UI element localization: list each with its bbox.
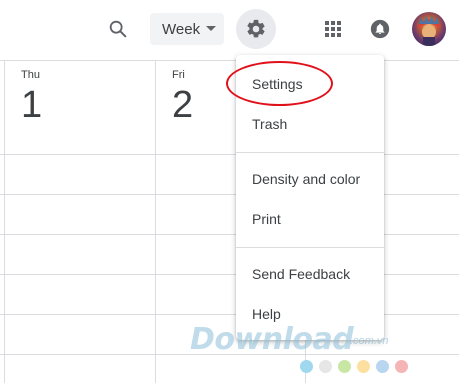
highlight-ellipse (226, 61, 333, 106)
hour-line (0, 234, 459, 235)
gear-icon (247, 19, 265, 38)
search-button[interactable] (98, 9, 138, 49)
day-name: Fri (172, 69, 185, 81)
menu-divider (236, 247, 384, 248)
watermark-dot (300, 360, 313, 373)
hour-line (0, 274, 459, 275)
day-name: Thu (21, 69, 40, 81)
grid-divider (155, 61, 156, 383)
view-switcher-dropdown[interactable]: Week (150, 13, 224, 45)
day-header-thu[interactable]: Thu 1 (21, 69, 42, 125)
notifications-button[interactable] (360, 9, 400, 49)
watermark: Download .com.vn (190, 322, 430, 382)
apps-grid-icon (325, 21, 341, 37)
watermark-domain: .com.vn (350, 335, 389, 347)
top-bar: Week (0, 0, 459, 61)
day-number[interactable]: 2 (172, 85, 193, 125)
watermark-dot (338, 360, 351, 373)
menu-item-send-feedback[interactable]: Send Feedback (236, 254, 384, 294)
watermark-brand: Download (190, 322, 354, 357)
search-icon (109, 20, 127, 38)
bell-icon (370, 19, 390, 39)
hour-line (0, 154, 459, 155)
watermark-dot (376, 360, 389, 373)
day-number[interactable]: 1 (21, 85, 42, 125)
google-apps-button[interactable] (313, 9, 353, 49)
watermark-dot (357, 360, 370, 373)
hour-line (0, 314, 459, 315)
grid-divider (4, 61, 5, 383)
menu-item-trash[interactable]: Trash (236, 104, 384, 144)
watermark-dot (319, 360, 332, 373)
hour-line (0, 194, 459, 195)
settings-menu-button[interactable] (236, 9, 276, 49)
account-avatar[interactable] (412, 12, 446, 46)
menu-divider (236, 152, 384, 153)
watermark-dots (300, 360, 408, 373)
view-switcher-label: Week (162, 20, 201, 38)
avatar-image (417, 15, 441, 46)
day-header-fri[interactable]: Fri 2 (172, 69, 193, 125)
watermark-dot (395, 360, 408, 373)
menu-item-density-and-color[interactable]: Density and color (236, 159, 384, 199)
chevron-down-icon (206, 26, 216, 31)
menu-item-print[interactable]: Print (236, 199, 384, 239)
